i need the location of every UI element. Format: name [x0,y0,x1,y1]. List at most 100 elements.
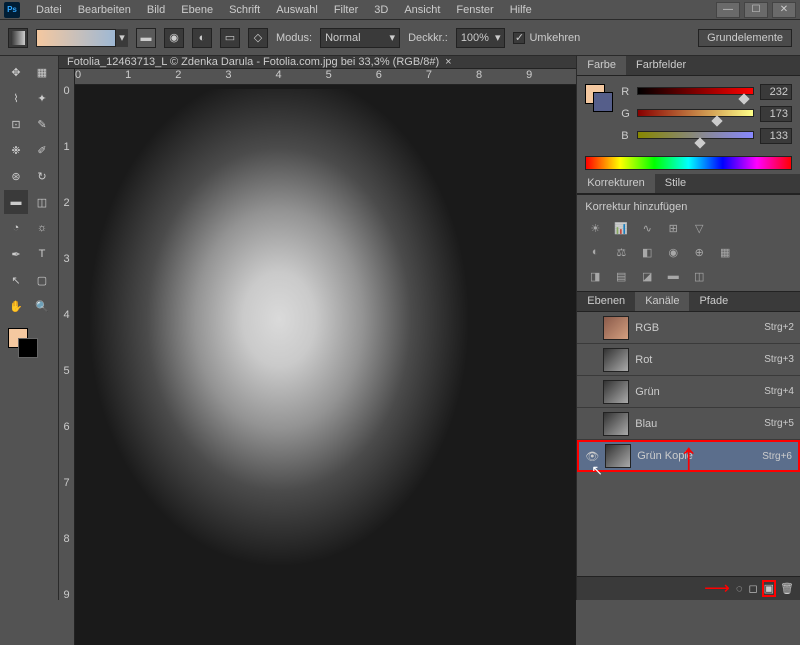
menu-datei[interactable]: Datei [28,1,70,19]
r-slider[interactable] [637,87,754,97]
heal-tool-icon[interactable]: ❉ [4,138,28,162]
radial-gradient-icon[interactable]: ◉ [164,28,184,48]
menu-schrift[interactable]: Schrift [221,1,268,19]
g-slider[interactable] [637,109,754,119]
type-tool-icon[interactable]: T [30,242,54,266]
tab-stile[interactable]: Stile [655,174,696,193]
document-tab[interactable]: Fotolia_12463713_L © Zdenka Darula - Fot… [59,56,576,69]
menu-3d[interactable]: 3D [366,1,396,19]
visibility-icon[interactable] [583,353,597,367]
lookup-icon[interactable]: ▦ [715,243,735,261]
tab-korrekturen[interactable]: Korrekturen [577,174,654,193]
channel-row-gruen-kopie[interactable]: 👁 Grün Kopie Strg+6 ↖ [577,440,800,472]
channel-row-gruen[interactable]: Grün Strg+4 [577,376,800,408]
dodge-tool-icon[interactable]: ☼ [30,216,54,240]
posterize-icon[interactable]: ▤ [611,267,631,285]
gradient-tool-icon[interactable] [8,28,28,48]
gradient-picker-button[interactable]: ▾ [116,29,128,47]
menu-ansicht[interactable]: Ansicht [396,1,448,19]
menu-hilfe[interactable]: Hilfe [502,1,540,19]
gradient-tool-icon[interactable]: ▬ [4,190,28,214]
brush-tool-icon[interactable]: ✐ [30,138,54,162]
panel-bg-swatch[interactable] [593,92,613,112]
right-panels: Farbe Farbfelder R232 G173 B133 Korrektu… [576,56,800,600]
new-channel-icon[interactable]: ▣ [764,582,774,595]
invert-icon[interactable]: ◨ [585,267,605,285]
brightness-icon[interactable]: ☀ [585,219,605,237]
photo-filter-icon[interactable]: ◉ [663,243,683,261]
close-button[interactable]: ✕ [772,2,796,18]
menu-filter[interactable]: Filter [326,1,366,19]
close-tab-icon[interactable]: × [445,56,451,68]
pen-tool-icon[interactable]: ✒ [4,242,28,266]
angle-gradient-icon[interactable]: ◐ [192,28,212,48]
tab-farbe[interactable]: Farbe [577,56,626,75]
menu-fenster[interactable]: Fenster [448,1,501,19]
visibility-icon[interactable] [583,385,597,399]
background-swatch[interactable] [18,338,38,358]
gradient-preview[interactable] [36,29,116,47]
visibility-icon[interactable] [583,417,597,431]
levels-icon[interactable]: 📊 [611,219,631,237]
color-swatches[interactable] [4,328,54,368]
reverse-checkbox[interactable]: ✓Umkehren [513,32,580,44]
essentials-button[interactable]: Grundelemente [698,29,792,47]
wand-tool-icon[interactable]: ✦ [30,86,54,110]
blur-tool-icon[interactable]: ◔ [4,216,28,240]
linear-gradient-icon[interactable]: ▬ [136,28,156,48]
channel-row-rgb[interactable]: RGB Strg+2 [577,312,800,344]
crop-tool-icon[interactable]: ⊡ [4,112,28,136]
move-tool-icon[interactable]: ✥ [4,60,28,84]
b-value[interactable]: 133 [760,128,792,144]
hand-tool-icon[interactable]: ✋ [4,294,28,318]
tab-ebenen[interactable]: Ebenen [577,292,635,311]
minimize-button[interactable]: — [716,2,740,18]
menu-bearbeiten[interactable]: Bearbeiten [70,1,139,19]
delete-channel-icon[interactable]: 🗑 [780,582,794,595]
load-selection-icon[interactable]: ◌ [736,583,743,595]
mode-dropdown[interactable]: Normal▾ [320,28,400,48]
visibility-icon[interactable]: 👁 [585,449,599,463]
channel-row-rot[interactable]: Rot Strg+3 [577,344,800,376]
save-selection-icon[interactable]: ◻ [748,582,757,595]
tab-pfade[interactable]: Pfade [689,292,738,311]
opacity-dropdown[interactable]: 100%▾ [456,28,506,48]
reflected-gradient-icon[interactable]: ▭ [220,28,240,48]
selection-tool-icon[interactable]: ▦ [30,60,54,84]
history-brush-icon[interactable]: ↻ [30,164,54,188]
selective-icon[interactable]: ◫ [689,267,709,285]
hue-icon[interactable]: ◐ [585,243,605,261]
gradient-map-icon[interactable]: ▬ [663,267,683,285]
diamond-gradient-icon[interactable]: ◇ [248,28,268,48]
vibrance-icon[interactable]: ▽ [689,219,709,237]
shape-tool-icon[interactable]: ▢ [30,268,54,292]
stamp-tool-icon[interactable]: ⊛ [4,164,28,188]
channel-row-blau[interactable]: Blau Strg+5 [577,408,800,440]
threshold-icon[interactable]: ◪ [637,267,657,285]
spectrum-bar[interactable] [585,156,792,170]
exposure-icon[interactable]: ⊞ [663,219,683,237]
vertical-ruler: 0123456789 [59,69,75,645]
channels-list: RGB Strg+2 Rot Strg+3 Grün Strg+4 [577,312,800,576]
lasso-tool-icon[interactable]: ⌇ [4,86,28,110]
menu-ebene[interactable]: Ebene [173,1,221,19]
r-value[interactable]: 232 [760,84,792,100]
eraser-tool-icon[interactable]: ◫ [30,190,54,214]
curves-icon[interactable]: ∿ [637,219,657,237]
zoom-tool-icon[interactable]: 🔍 [30,294,54,318]
g-value[interactable]: 173 [760,106,792,122]
tab-kanaele[interactable]: Kanäle [635,292,689,311]
balance-icon[interactable]: ⚖ [611,243,631,261]
bw-icon[interactable]: ◧ [637,243,657,261]
maximize-button[interactable]: ☐ [744,2,768,18]
eyedropper-tool-icon[interactable]: ✎ [30,112,54,136]
path-tool-icon[interactable]: ↖ [4,268,28,292]
visibility-icon[interactable] [583,321,597,335]
tab-farbfelder[interactable]: Farbfelder [626,56,696,75]
menu-auswahl[interactable]: Auswahl [268,1,326,19]
channel-shortcut: Strg+4 [764,386,794,397]
menu-bild[interactable]: Bild [139,1,173,19]
b-slider[interactable] [637,131,754,141]
canvas[interactable] [75,85,576,645]
channel-mixer-icon[interactable]: ⊕ [689,243,709,261]
